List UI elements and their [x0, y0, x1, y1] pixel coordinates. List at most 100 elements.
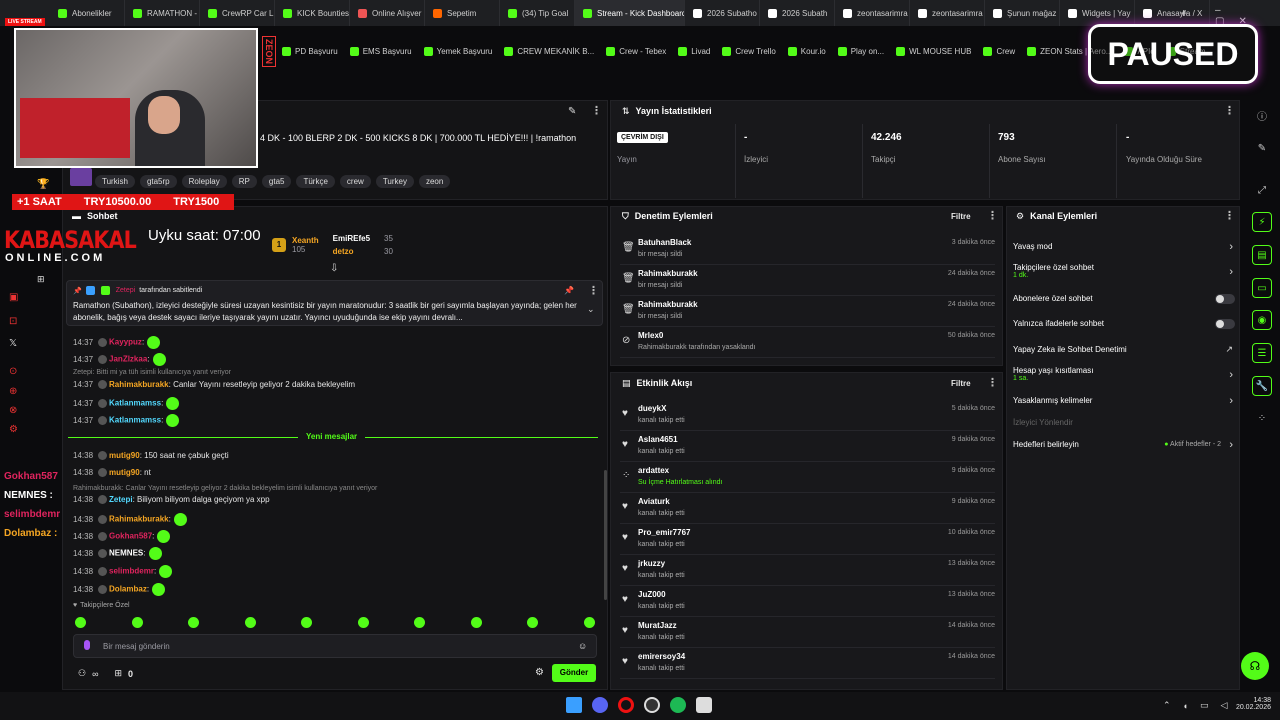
message-username[interactable]: Rahimakburakk	[109, 380, 169, 389]
x-social-icon[interactable]: 𝕏	[9, 338, 17, 349]
moderation-item[interactable]: 🗑 Rahimakburakk bir mesajı sildi 24 dakika …	[620, 265, 995, 296]
goals-row[interactable]: Hedefleri belirleyin ● Aktif hedefler - 2…	[1013, 439, 1235, 451]
activity-item[interactable]: ♥ dueykX kanalı takip etti 5 dakika önce	[620, 400, 995, 431]
message-username[interactable]: Gokhan587	[109, 532, 152, 541]
bolt-icon[interactable]: ⚡	[1252, 212, 1272, 232]
slow-mode-row[interactable]: Yavaş mod ›	[1013, 241, 1235, 253]
sidebar-icon-3[interactable]: ⊙	[9, 366, 17, 377]
activity-item[interactable]: ♥ Aviaturk kanalı takip etti 9 dakika önce	[620, 493, 995, 524]
app-icon[interactable]	[696, 697, 712, 713]
stream-info-menu-icon[interactable]: ⋮	[591, 106, 602, 117]
broadcast-icon[interactable]: ◉	[1252, 310, 1272, 330]
sidebar-icon-6[interactable]: ⚙	[9, 424, 18, 435]
browser-tab[interactable]: zeontasarimra	[910, 0, 985, 26]
browser-tab[interactable]: CrewRP Car L	[200, 0, 275, 26]
message-username[interactable]: Kayypuz	[109, 338, 142, 347]
send-button[interactable]: Gönder	[552, 664, 596, 682]
stream-tag[interactable]: gta5	[261, 175, 292, 188]
volume-icon[interactable]: ◁	[1221, 700, 1228, 711]
activity-user[interactable]: Aslan4651	[638, 435, 678, 444]
chat-message[interactable]: 14:38 selimbdemr:	[73, 565, 173, 578]
stats-menu-icon[interactable]: ⋮	[1224, 106, 1235, 117]
moderation-item[interactable]: ⊘ Mrlex0 Rahimakburakk tarafından yasaklan…	[620, 327, 995, 358]
moderation-user[interactable]: Rahimakburakk	[638, 300, 698, 309]
chat-points[interactable]: ⚇ ∞ ⊞ 0	[78, 668, 133, 679]
subs-only-toggle[interactable]	[1215, 294, 1235, 304]
emote-icon[interactable]	[75, 617, 86, 628]
activity-user[interactable]: Aviaturk	[638, 497, 670, 506]
browser-tab[interactable]: 2026 Subath	[760, 0, 835, 26]
pencil-icon[interactable]: ✎	[1252, 138, 1272, 158]
emotes-only-row[interactable]: Yalnızca ifadelerle sohbet	[1013, 319, 1235, 329]
browser-tab[interactable]: zeontasarimra	[835, 0, 910, 26]
message-username[interactable]: mutig90	[109, 451, 140, 460]
chat-message[interactable]: 14:38 mutig90: nt	[73, 468, 151, 478]
subs-only-row[interactable]: Abonelere özel sohbet	[1013, 294, 1235, 304]
microphone-icon[interactable]	[84, 640, 90, 650]
stream-tag[interactable]: zeon	[418, 175, 451, 188]
moderation-user[interactable]: Mrlex0	[638, 331, 663, 340]
chat-message[interactable]: 14:38 Zetepi: Biliyom biliyom dalga geçiy…	[73, 495, 270, 505]
browser-tab[interactable]: KICK Bounties	[275, 0, 350, 26]
expand-pinned-icon[interactable]: ⌄	[587, 304, 595, 315]
activity-item[interactable]: ♥ MuratJazz kanalı takip etti 14 dakika önc…	[620, 617, 995, 648]
chat-message[interactable]: 14:37 Rahimakburakk: Canlar Yayını resetl…	[73, 380, 355, 390]
activity-filter-button[interactable]: Filtre	[951, 379, 971, 388]
message-username[interactable]: Katlanmamss	[109, 416, 161, 425]
browser-tab[interactable]: 2026 Subatho	[685, 0, 760, 26]
moderation-user[interactable]: Rahimakburakk	[638, 269, 698, 278]
moderation-item[interactable]: 🗑 Rahimakburakk bir mesajı sildi 24 dakika …	[620, 296, 995, 327]
chat-icon[interactable]: ▭	[1252, 278, 1272, 298]
emote-icon[interactable]	[188, 617, 200, 628]
message-username[interactable]: Rahimakburakk	[109, 515, 169, 524]
new-tab-icon[interactable]: +	[1180, 6, 1187, 20]
emote-icon[interactable]	[301, 617, 313, 628]
chat-message[interactable]: 14:37 Katlanmamss:	[73, 414, 180, 427]
emote-icon[interactable]	[470, 617, 482, 628]
browser-tab[interactable]: Sepetim	[425, 0, 500, 26]
chat-message[interactable]: 14:38 Dolambaz:	[73, 583, 166, 596]
message-username[interactable]: Katlanmamss	[109, 399, 161, 408]
activity-user[interactable]: dueykX	[638, 404, 666, 413]
bookmark-item[interactable]: Crew	[983, 46, 1015, 56]
activity-item[interactable]: ♥ emirersoy34 kanalı takip etti 14 dakika ö…	[620, 648, 995, 679]
chat-message[interactable]: 14:38 Gokhan587:	[73, 530, 171, 543]
sidebar-icon-5[interactable]: ⊗	[9, 405, 17, 416]
bookmark-item[interactable]: PD Başvuru	[282, 46, 338, 56]
stream-tag[interactable]: crew	[339, 175, 371, 188]
stream-tag[interactable]: Turkish	[95, 175, 135, 188]
moderation-item[interactable]: 🗑 BatuhanBlack bir mesajı sildi 3 dakika ön…	[620, 234, 995, 265]
bookmark-item[interactable]: Crew - Tebex	[606, 46, 666, 56]
chat-message[interactable]: 14:37 Katlanmamss:	[73, 397, 180, 410]
bookmark-item[interactable]: Livad	[678, 46, 710, 56]
banned-words-row[interactable]: Yasaklanmış kelimeler ›	[1013, 395, 1235, 407]
chat-settings-icon[interactable]: ⚙	[535, 667, 544, 678]
activity-item[interactable]: ♥ JuZ000 kanalı takip etti 13 dakika önce	[620, 586, 995, 617]
emote-icon[interactable]	[527, 617, 539, 628]
info-icon[interactable]: ⓘ	[1252, 105, 1272, 125]
sidebar-icon-2[interactable]: ⊡	[9, 316, 17, 327]
browser-tab[interactable]: Şunun mağaz	[985, 0, 1060, 26]
layers-icon[interactable]: ☰	[1252, 343, 1272, 363]
emote-icon[interactable]	[583, 617, 595, 628]
pinned-menu-icon[interactable]: ⋮	[588, 286, 599, 297]
emote-icon[interactable]	[414, 617, 426, 628]
message-username[interactable]: Zetepi	[109, 495, 133, 504]
sidebar-icon-1[interactable]: ▣	[9, 292, 18, 303]
moderation-menu-icon[interactable]: ⋮	[987, 211, 998, 222]
browser-tab[interactable]: Stream - Kick Dashboard	[575, 0, 685, 26]
message-username[interactable]: JanZlzkaa	[109, 355, 147, 364]
chat-message[interactable]: 14:38 NEMNES:	[73, 547, 162, 560]
ai-moderation-row[interactable]: Yapay Zeka ile Sohbet Denetimi ↗	[1013, 344, 1235, 354]
sidebar-icon-4[interactable]: ⊕	[9, 386, 17, 397]
browser-tab[interactable]: Online Alışver	[350, 0, 425, 26]
activity-item[interactable]: ♥ Pro_emir7767 kanalı takip etti 10 dakika …	[620, 524, 995, 555]
activity-user[interactable]: JuZ000	[638, 590, 666, 599]
emote-icon[interactable]	[131, 617, 143, 628]
activity-item[interactable]: ⁘ ardattex Su İçme Hatırlatması alındı 9 da…	[620, 462, 995, 493]
activity-user[interactable]: MuratJazz	[638, 621, 677, 630]
stream-tag[interactable]: gta5rp	[139, 175, 177, 188]
channel-actions-menu-icon[interactable]: ⋮	[1224, 211, 1235, 222]
unpin-icon[interactable]: 📌	[564, 286, 574, 295]
chat-message[interactable]: 14:38 Rahimakburakk:	[73, 513, 187, 526]
